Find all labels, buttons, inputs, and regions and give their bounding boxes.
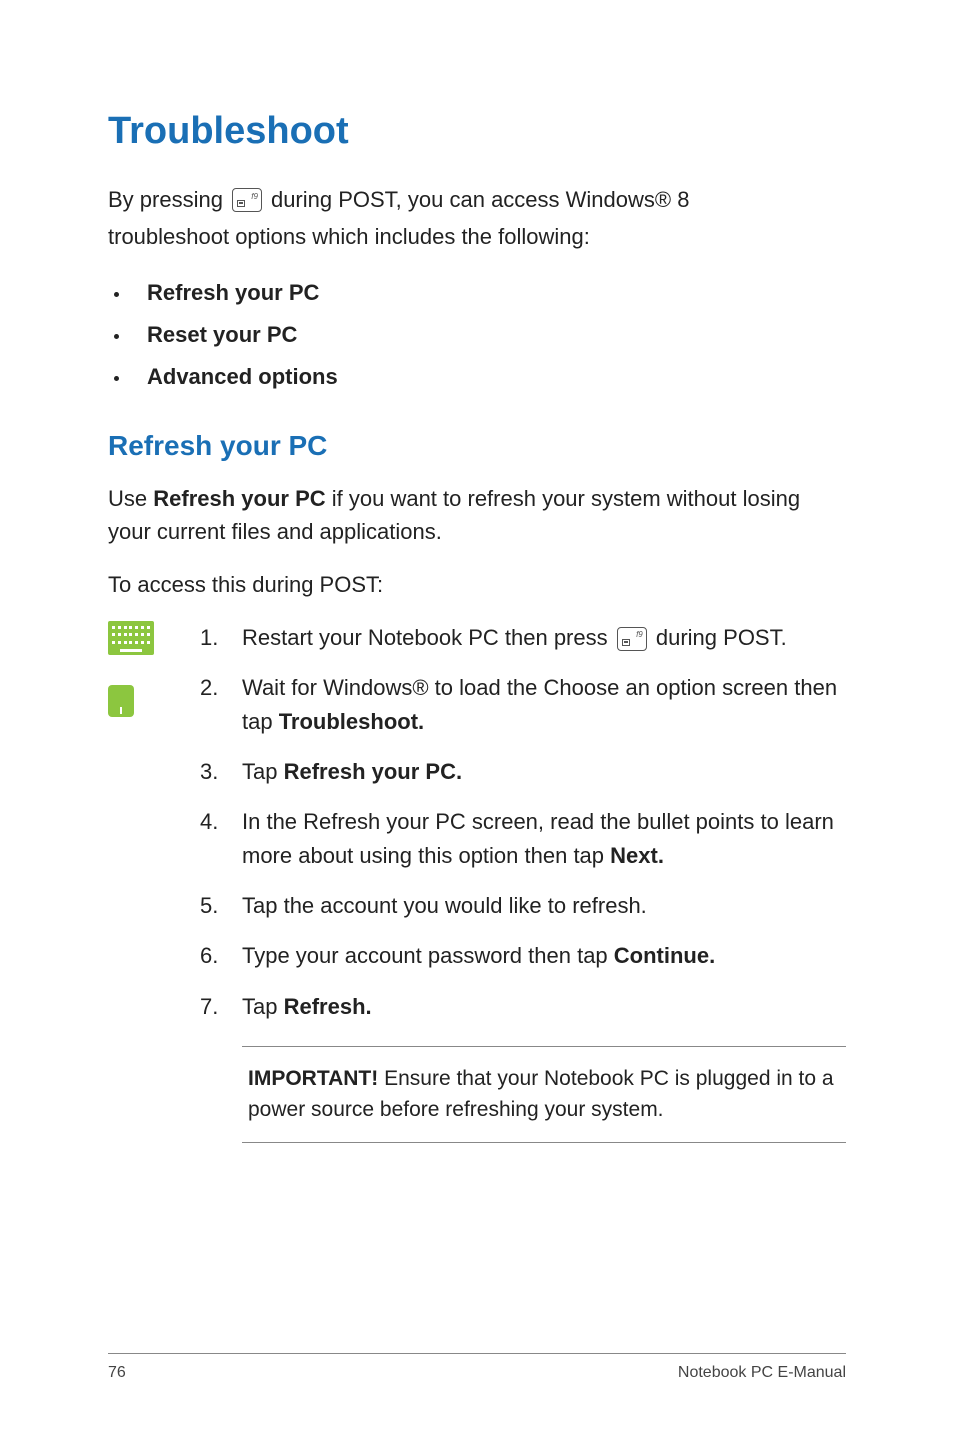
section-paragraph: Use Refresh your PC if you want to refre… [108,482,846,548]
page-footer: 76 Notebook PC E-Manual [108,1353,846,1382]
bullet-item: Reset your PC [108,322,846,348]
access-line: To access this during POST: [108,568,846,601]
step-item: 6. Type your account password then tap C… [200,939,846,973]
step-text: In the Refresh your PC screen, read the … [242,805,846,873]
step-item: 3. Tap Refresh your PC. [200,755,846,789]
footer-book-title: Notebook PC E-Manual [678,1364,846,1382]
bullet-dot-icon [114,376,119,381]
step-number: 3. [200,755,242,789]
f9-key-icon: f9 [617,627,647,651]
step-number: 6. [200,939,242,973]
step-text: Tap Refresh. [242,990,846,1024]
intro-after-key: during POST, you can access Windows® 8 [271,181,690,218]
step-text: Wait for Windows® to load the Choose an … [242,671,846,739]
intro-line2: troubleshoot options which includes the … [108,218,846,255]
step-number: 1. [200,621,242,655]
step-item: 7. Tap Refresh. [200,990,846,1024]
step-item: 2. Wait for Windows® to load the Choose … [200,671,846,739]
bullet-label: Advanced options [147,364,338,390]
step-text: Tap the account you would like to refres… [242,889,846,923]
important-note: IMPORTANT! Ensure that your Notebook PC … [242,1046,846,1143]
step-item: 5. Tap the account you would like to ref… [200,889,846,923]
section-heading: Refresh your PC [108,430,846,462]
step-text: Restart your Notebook PC then press f9 d… [242,621,846,655]
keyboard-icon [108,621,154,655]
step-item: 4. In the Refresh your PC screen, read t… [200,805,846,873]
bullet-item: Advanced options [108,364,846,390]
intro-before-key: By pressing [108,181,223,218]
step-item: 1. Restart your Notebook PC then press f… [200,621,846,655]
bullet-label: Reset your PC [147,322,297,348]
page-number: 76 [108,1364,126,1382]
bullet-label: Refresh your PC [147,280,319,306]
trackpad-icon [108,685,134,717]
step-text: Tap Refresh your PC. [242,755,846,789]
step-number: 5. [200,889,242,923]
step-number: 2. [200,671,242,705]
bullet-dot-icon [114,334,119,339]
page-title: Troubleshoot [108,110,846,153]
f9-key-icon: f9 [232,188,262,212]
bullet-dot-icon [114,292,119,297]
bullet-item: Refresh your PC [108,280,846,306]
step-number: 4. [200,805,242,839]
options-list: Refresh your PC Reset your PC Advanced o… [108,280,846,390]
step-number: 7. [200,990,242,1024]
intro-paragraph: By pressing f9 during POST, you can acce… [108,181,846,256]
step-text: Type your account password then tap Cont… [242,939,846,973]
